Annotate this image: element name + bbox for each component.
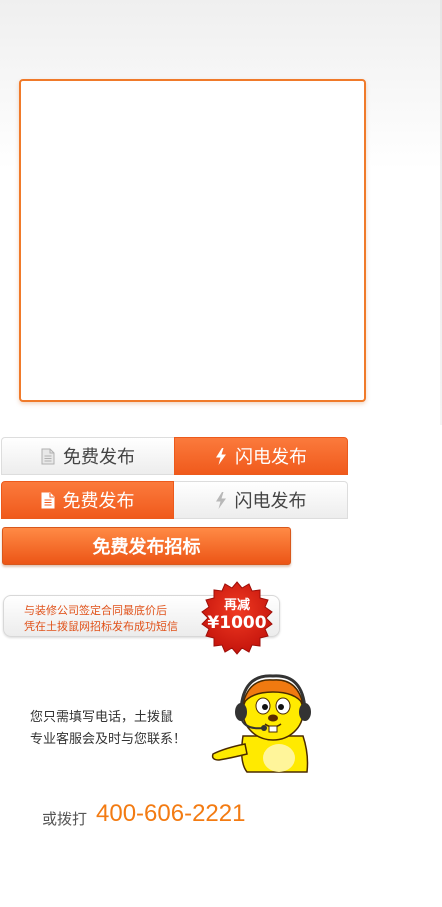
document-icon — [41, 448, 55, 465]
tab-flash-publish[interactable]: 闪电发布 — [174, 437, 348, 475]
phone-prefix: 或拨打 — [42, 810, 88, 828]
tab-flash-publish[interactable]: 闪电发布 — [174, 481, 348, 519]
submit-tender-button[interactable]: 免费发布招标 — [2, 527, 291, 565]
tab-label: 免费发布 — [62, 491, 135, 512]
promo-line-2: 凭在土拨鼠网招标发布成功短信 — [24, 620, 178, 633]
tab-label: 闪电发布 — [235, 447, 307, 468]
badge-top-text: 再减 — [223, 598, 250, 613]
promo-line-1: 与装修公司签定合同最底价后 — [24, 604, 167, 617]
document-icon — [41, 492, 55, 509]
tab-label: 免费发布 — [63, 447, 135, 468]
contact-line-2: 专业客服会及时与您联系！ — [30, 732, 187, 747]
discount-badge: 再减 ¥1000 — [199, 581, 275, 655]
groundhog-mascot-icon — [209, 674, 311, 774]
contact-line-1: 您只需填写电话，土拨鼠 — [30, 710, 174, 725]
submit-label: 免费发布招标 — [92, 537, 201, 558]
lightning-icon — [215, 491, 227, 509]
tab-label: 闪电发布 — [234, 491, 307, 512]
tab-free-publish[interactable]: 免费发布 — [1, 481, 174, 519]
form-card — [19, 79, 366, 402]
badge-amount-text: ¥1000 — [207, 613, 267, 633]
lightning-icon — [215, 447, 227, 465]
phone-number-link[interactable]: 400-606-2221 — [96, 800, 245, 828]
tab-free-publish[interactable]: 免费发布 — [1, 437, 174, 475]
